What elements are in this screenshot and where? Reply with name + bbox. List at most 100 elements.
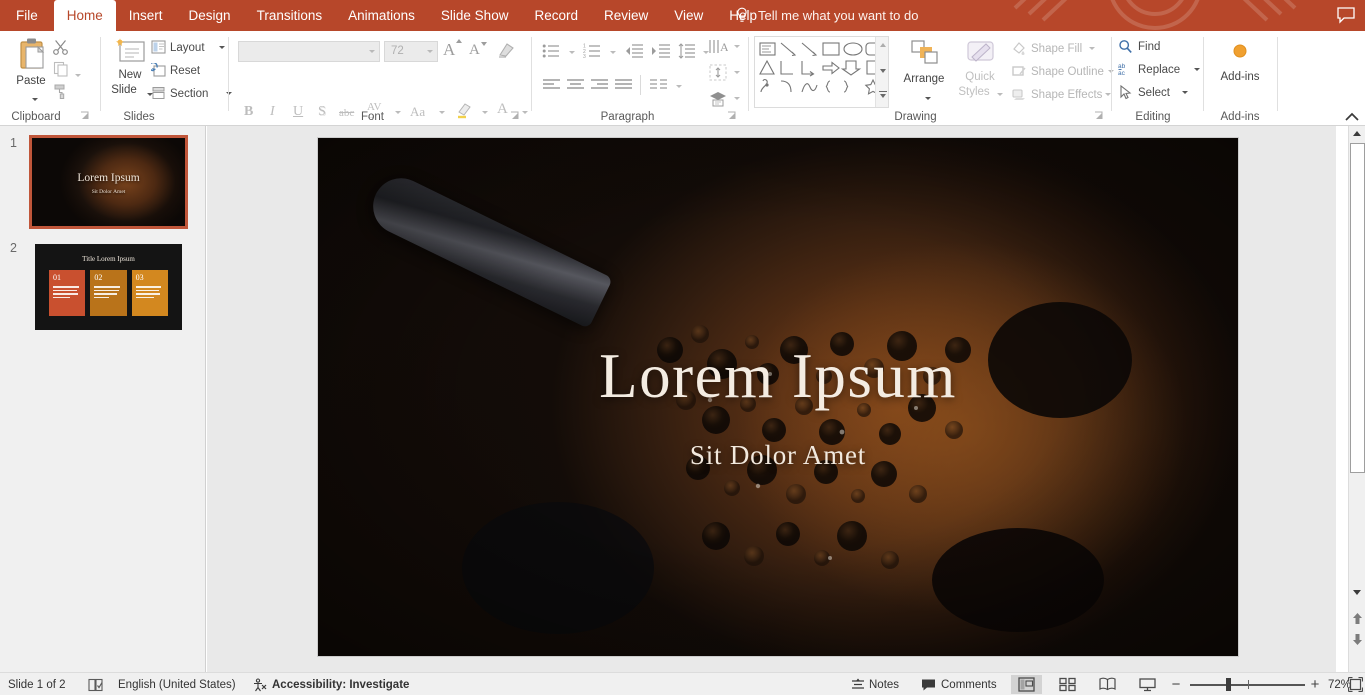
group-label-paragraph: Paragraph: [520, 111, 735, 123]
scissors-icon[interactable]: [52, 38, 70, 56]
tab-file[interactable]: File: [0, 0, 54, 31]
select-label: Select: [1138, 87, 1170, 99]
align-text-icon[interactable]: [708, 63, 728, 82]
tab-transitions[interactable]: Transitions: [244, 0, 336, 31]
comments-button[interactable]: Comments: [941, 673, 997, 696]
accessibility-checker-icon[interactable]: [88, 678, 104, 692]
columns-icon[interactable]: [649, 78, 668, 92]
font-size-input[interactable]: 72: [384, 41, 438, 62]
search-icon: [1118, 39, 1133, 54]
line-spacing-icon[interactable]: [678, 43, 696, 59]
bullets-icon[interactable]: [542, 43, 561, 59]
slide-sorter-button[interactable]: [1052, 675, 1083, 694]
slide-show-button[interactable]: [1132, 675, 1163, 694]
decrease-font-size-button[interactable]: A: [469, 41, 480, 59]
zoom-out-button[interactable]: −: [1168, 673, 1184, 696]
lightbulb-icon: [735, 7, 749, 24]
reset-icon: [151, 63, 166, 77]
scroll-down-button[interactable]: [1349, 584, 1365, 600]
next-slide-button[interactable]: [1352, 632, 1363, 646]
tab-design[interactable]: Design: [176, 0, 244, 31]
increase-indent-icon[interactable]: [651, 43, 671, 59]
chevron-down-icon[interactable]: [427, 50, 433, 53]
tell-me-search[interactable]: Tell me what you want to do: [735, 0, 918, 31]
increase-font-size-button[interactable]: A: [443, 40, 455, 60]
previous-slide-button[interactable]: [1352, 612, 1363, 626]
reading-view-button[interactable]: [1092, 675, 1123, 694]
add-ins-button[interactable]: Add-ins: [1208, 39, 1272, 101]
font-size-value: 72: [391, 45, 404, 57]
thumbnail-2-card: 01: [49, 270, 85, 316]
canvas-vertical-scrollbar[interactable]: [1348, 126, 1365, 672]
thumbnail-2-card-text: [94, 286, 121, 298]
tab-review[interactable]: Review: [591, 0, 661, 31]
align-right-icon[interactable]: [590, 78, 609, 92]
clear-formatting-icon[interactable]: [497, 41, 516, 59]
align-left-icon[interactable]: [542, 78, 561, 92]
align-center-icon[interactable]: [566, 78, 585, 92]
slide-thumbnail-panel[interactable]: 1 Lorem Ipsum Sit Dolor Amet 2 Title Lor…: [0, 126, 206, 672]
scroll-up-button[interactable]: [1349, 126, 1365, 142]
slide-thumbnail-2[interactable]: Title Lorem Ipsum 01 02: [35, 244, 182, 330]
tab-animations[interactable]: Animations: [335, 0, 428, 31]
chevron-down-icon[interactable]: [369, 50, 375, 53]
slide-sorter-icon: [1059, 677, 1076, 692]
thumbnail-2-title: Title Lorem Ipsum: [35, 255, 182, 263]
font-name-input[interactable]: [238, 41, 380, 62]
quick-styles-button[interactable]: Quick Styles: [953, 35, 1007, 109]
shape-fill-icon: [1011, 40, 1027, 56]
tab-view[interactable]: View: [661, 0, 716, 31]
zoom-in-button[interactable]: +: [1307, 673, 1323, 696]
slide-editing-canvas[interactable]: Lorem Ipsum Sit Dolor Amet: [207, 126, 1336, 672]
shape-effects-label: Shape Effects: [1031, 89, 1102, 101]
accessibility-status[interactable]: Accessibility: Investigate: [272, 673, 409, 696]
comments-icon: [921, 678, 936, 692]
ribbon-tab-strip: File Home Insert Design Transitions Anim…: [0, 0, 770, 31]
notes-icon: [851, 678, 865, 692]
justify-icon[interactable]: [614, 78, 633, 92]
paste-button[interactable]: Paste: [8, 35, 54, 109]
tab-slide-show[interactable]: Slide Show: [428, 0, 522, 31]
slide-title-text[interactable]: Lorem Ipsum: [318, 340, 1238, 413]
tab-home[interactable]: Home: [54, 0, 116, 31]
fit-slide-to-window-icon[interactable]: [1348, 677, 1363, 692]
convert-to-smartart-icon[interactable]: [708, 89, 728, 108]
notes-button[interactable]: Notes: [869, 673, 899, 696]
shapes-gallery-scrollbar[interactable]: [875, 37, 888, 107]
ribbon-group-addins: Add-ins Add-ins: [1204, 31, 1276, 125]
new-slide-icon: [116, 38, 146, 65]
new-slide-label-2: Slide: [100, 84, 148, 96]
copy-icon[interactable]: [52, 60, 70, 78]
slide-subtitle-text[interactable]: Sit Dolor Amet: [318, 440, 1238, 471]
slide-thumbnail-1[interactable]: Lorem Ipsum Sit Dolor Amet: [32, 138, 185, 226]
text-direction-icon[interactable]: A: [708, 37, 728, 56]
scrollbar-thumb[interactable]: [1350, 143, 1365, 473]
thumbnail-2-card-number: 01: [53, 273, 61, 282]
numbering-icon[interactable]: 123: [583, 43, 602, 59]
new-slide-button[interactable]: New Slide: [106, 35, 154, 109]
separator: [1277, 37, 1278, 111]
comment-icon[interactable]: [1336, 6, 1356, 24]
quick-styles-label-2: Styles: [947, 86, 1001, 98]
normal-view-button[interactable]: [1011, 675, 1042, 694]
drawing-dialog-launcher[interactable]: [1094, 111, 1105, 122]
format-painter-icon[interactable]: [52, 82, 70, 100]
ribbon-group-paragraph: 123: [532, 31, 747, 125]
arrange-button[interactable]: Arrange: [897, 35, 951, 109]
tab-insert[interactable]: Insert: [116, 0, 176, 31]
collapse-ribbon-button[interactable]: [1344, 110, 1360, 124]
shape-outline-icon: [1011, 63, 1027, 79]
zoom-slider-handle[interactable]: [1226, 678, 1231, 691]
paste-icon: [17, 37, 47, 71]
accessibility-label: Accessibility: Investigate: [272, 679, 409, 691]
slide-number-1: 1: [10, 136, 17, 150]
language-status[interactable]: English (United States): [118, 673, 236, 696]
copy-dropdown[interactable]: [72, 67, 81, 85]
current-slide[interactable]: Lorem Ipsum Sit Dolor Amet: [318, 138, 1238, 656]
shapes-gallery[interactable]: [754, 36, 889, 108]
decrease-indent-icon[interactable]: [624, 43, 644, 59]
slide-counter[interactable]: Slide 1 of 2: [8, 673, 66, 696]
tab-record[interactable]: Record: [521, 0, 591, 31]
quick-styles-label-1: Quick: [953, 71, 1007, 83]
select-cursor-icon: [1119, 85, 1133, 100]
